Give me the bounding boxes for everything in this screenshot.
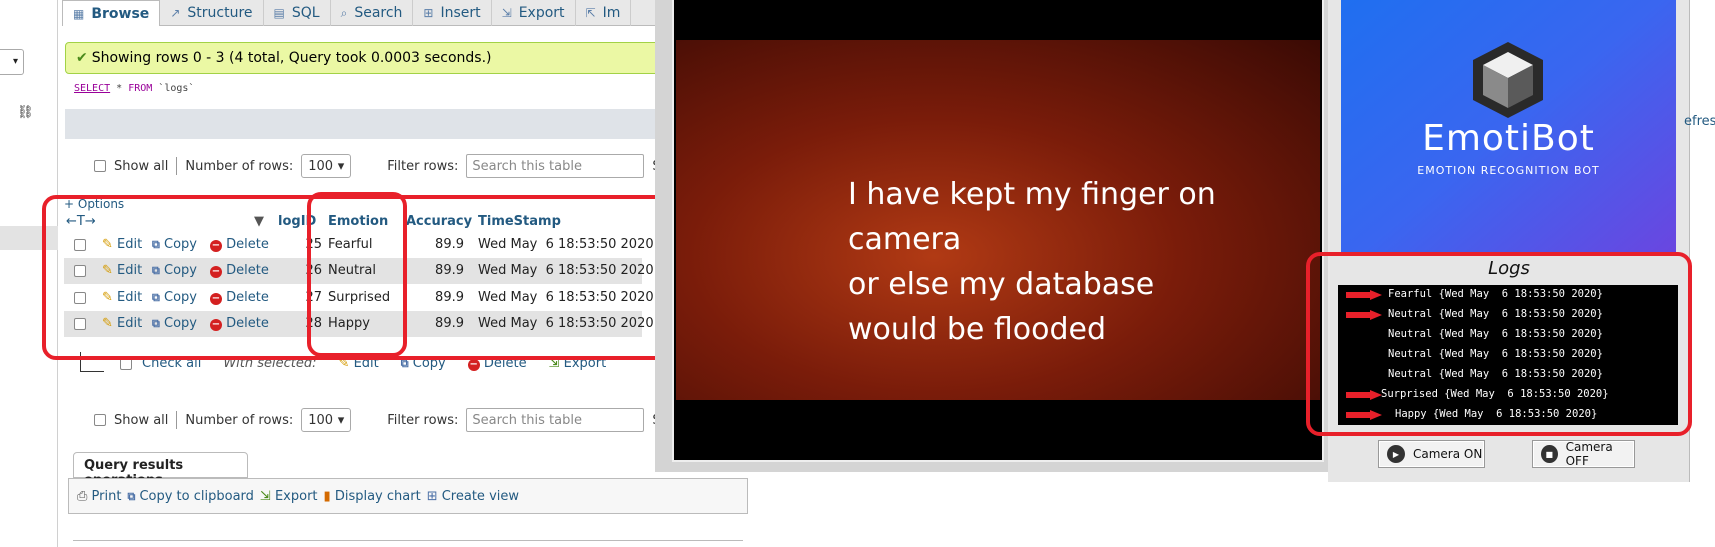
- rows-value: 100: [308, 158, 334, 174]
- export-label: Export: [274, 488, 318, 504]
- create-view-button[interactable]: ⊞ Create view: [427, 489, 519, 504]
- show-all-label: Show all: [114, 412, 169, 428]
- print-label: Print: [91, 488, 122, 504]
- refresh-link-cut[interactable]: efres: [1684, 114, 1715, 129]
- structure-icon: ↗: [170, 6, 181, 20]
- show-all-checkbox[interactable]: [94, 414, 106, 426]
- filter-search-input[interactable]: Search this table: [466, 154, 645, 178]
- create-view-label: Create view: [441, 488, 519, 504]
- success-text: Showing rows 0 - 3 (4 total, Query took …: [91, 50, 492, 66]
- play-icon: ▶: [1387, 445, 1405, 463]
- export-button[interactable]: ⇲ Export: [260, 489, 318, 504]
- checkmark-icon: ✔: [76, 50, 88, 66]
- tab-label: Export: [518, 5, 565, 21]
- tab-bar: ▦ Browse ↗ Structure ▤ SQL ⌕ Search ⊞ Insert …: [62, 0, 682, 26]
- tab-search[interactable]: ⌕ Search: [331, 0, 414, 26]
- caption-line: would be flooded: [848, 312, 1107, 347]
- sql-query-text: SELECT * FROM `logs`: [74, 83, 194, 94]
- camera-on-button[interactable]: ▶ Camera ON: [1378, 440, 1485, 468]
- rows-value: 100: [308, 412, 334, 428]
- sql-icon: ▤: [273, 6, 285, 20]
- camera-on-label: Camera ON: [1413, 447, 1483, 461]
- sql-keyword: FROM: [128, 83, 153, 94]
- tab-label: Im: [602, 5, 621, 21]
- browse-icon: ▦: [73, 6, 85, 21]
- annotation-highlight-logs: [1306, 252, 1692, 436]
- emotibot-subtitle: EMOTION RECOGNITION BOT: [1417, 164, 1600, 177]
- tab-label: Structure: [187, 5, 253, 21]
- tab-label: Insert: [440, 5, 481, 21]
- filter-rows-label: Filter rows:: [387, 412, 459, 428]
- database-dropdown[interactable]: ▾: [0, 49, 24, 75]
- search-icon: ⌕: [340, 5, 348, 20]
- sql-star: *: [110, 83, 129, 94]
- show-all-checkbox[interactable]: [94, 160, 106, 172]
- chevron-down-icon: ▾: [337, 158, 345, 174]
- copy-icon: ⧉: [127, 489, 136, 503]
- chevron-down-icon: ▾: [337, 412, 345, 428]
- sql-table-name: `logs`: [152, 83, 195, 94]
- copy-clipboard-label: Copy to clipboard: [139, 488, 254, 504]
- separator: [176, 411, 178, 429]
- export-icon: ⇲: [501, 6, 512, 20]
- tab-sql[interactable]: ▤ SQL: [264, 0, 331, 26]
- copy-clipboard-button[interactable]: ⧉ Copy to clipboard: [127, 489, 253, 504]
- sql-query-bar: [65, 109, 705, 139]
- filter-rows-label: Filter rows:: [387, 158, 459, 174]
- separator: [176, 157, 178, 175]
- chevron-down-icon: ▾: [12, 56, 18, 67]
- query-results-operations: ⎙ Print ⧉ Copy to clipboard ⇲ Export ▮ D…: [68, 478, 748, 514]
- rows-select[interactable]: 100 ▾: [301, 408, 352, 432]
- number-of-rows-label: Number of rows:: [185, 158, 294, 174]
- tab-insert[interactable]: ⊞ Insert: [413, 0, 492, 26]
- link-icon[interactable]: ⛓: [17, 105, 34, 120]
- emotibot-name: EmotiBot: [1422, 118, 1595, 159]
- query-results-operations-title: Query results operations: [73, 452, 248, 488]
- tab-import[interactable]: ⇱ Im: [576, 0, 632, 26]
- export-icon: ⇲: [259, 488, 271, 504]
- caption-line: camera: [848, 222, 962, 257]
- print-icon: ⎙: [77, 488, 88, 504]
- cube-logo-icon: [1473, 42, 1543, 118]
- tab-export[interactable]: ⇲ Export: [492, 0, 576, 26]
- caption-line: I have kept my finger on: [848, 177, 1216, 212]
- tab-label: Browse: [91, 5, 150, 22]
- caption-line: or else my database: [848, 267, 1155, 302]
- table-controls-top: Show all Number of rows: 100 ▾ Filter row…: [94, 153, 669, 179]
- divider: [73, 540, 743, 541]
- rows-select[interactable]: 100 ▾: [301, 154, 352, 178]
- tab-label: SQL: [291, 5, 320, 21]
- success-message: ✔ Showing rows 0 - 3 (4 total, Query too…: [65, 42, 700, 74]
- display-chart-label: Display chart: [334, 488, 421, 504]
- sql-keyword[interactable]: SELECT: [74, 83, 110, 94]
- view-icon: ⊞: [426, 488, 438, 504]
- camera-off-label: Camera OFF: [1565, 440, 1613, 468]
- annotation-highlight-emotion: [307, 192, 407, 357]
- camera-off-button[interactable]: ■ Camera OFF: [1532, 440, 1635, 468]
- stop-icon: ■: [1541, 445, 1558, 463]
- tab-label: Search: [354, 5, 403, 21]
- delete-icon: −: [467, 359, 480, 371]
- import-icon: ⇱: [585, 6, 596, 20]
- show-all-label: Show all: [114, 158, 169, 174]
- tab-structure[interactable]: ↗ Structure: [160, 0, 264, 26]
- number-of-rows-label: Number of rows:: [185, 412, 294, 428]
- chart-icon: ▮: [323, 488, 331, 504]
- print-button[interactable]: ⎙ Print: [77, 489, 121, 504]
- tab-browse[interactable]: ▦ Browse: [62, 0, 161, 26]
- display-chart-button[interactable]: ▮ Display chart: [324, 489, 421, 504]
- insert-icon: ⊞: [423, 6, 434, 20]
- table-controls-bottom: Show all Number of rows: 100 ▾ Filter row…: [94, 407, 669, 433]
- filter-search-input[interactable]: Search this table: [466, 408, 645, 432]
- camera-caption: I have kept my finger on camera or else …: [848, 172, 1278, 352]
